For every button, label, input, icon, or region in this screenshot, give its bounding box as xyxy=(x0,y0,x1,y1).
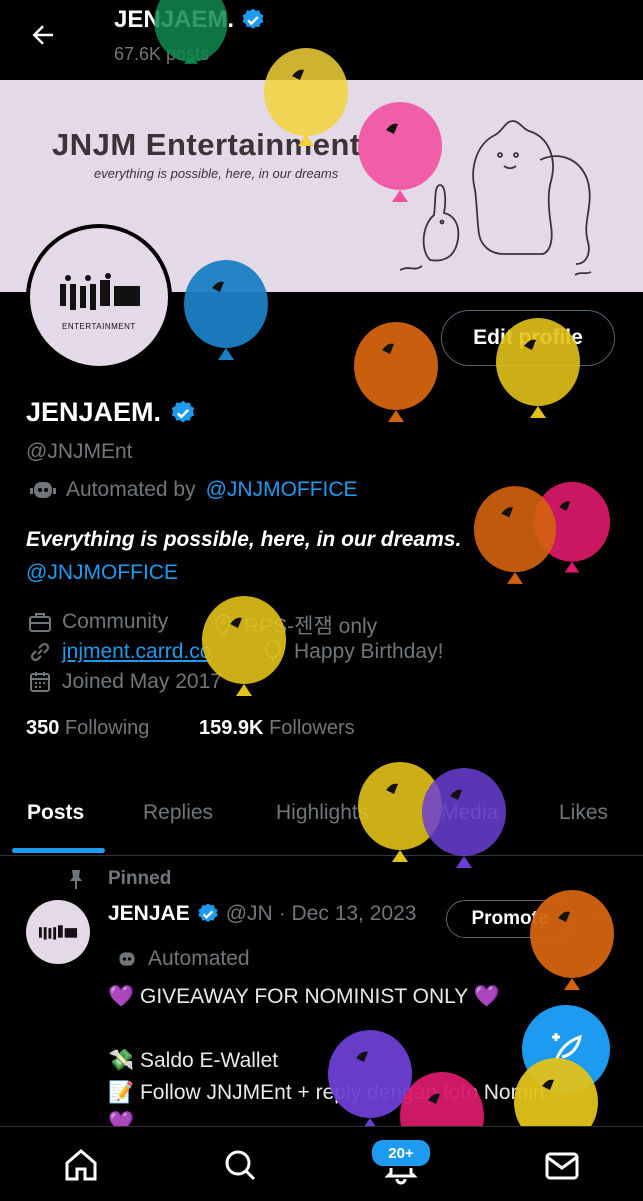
pin-icon xyxy=(70,870,82,889)
birthday-item: Happy Birthday! xyxy=(262,640,443,664)
header-title-text: JENJAEM. xyxy=(114,6,235,33)
verified-badge-icon xyxy=(198,903,218,923)
messages-envelope-icon[interactable] xyxy=(542,1145,582,1185)
tweet-handle: @JN xyxy=(225,902,273,925)
following-count: 350 xyxy=(26,717,60,739)
followers-count: 159.9K xyxy=(199,717,264,739)
banner-tagline: everything is possible, here, in our dre… xyxy=(94,166,339,181)
profile-bio: Everything is possible, here, in our dre… xyxy=(26,528,462,551)
tweet-date[interactable]: · Dec 13, 2023 xyxy=(279,902,417,926)
location-text: RPS-젠잼 only xyxy=(244,615,378,638)
profile-avatar[interactable]: ENTERTAINMENT xyxy=(26,224,172,370)
search-icon[interactable] xyxy=(220,1145,260,1185)
banner-animals-illustration xyxy=(399,120,592,276)
balloon-icon xyxy=(533,481,611,573)
compose-button[interactable] xyxy=(522,1005,610,1093)
website-link[interactable]: jnjment.carrd.co xyxy=(62,640,211,664)
active-tab-indicator xyxy=(12,848,105,853)
profile-tabs: Posts Replies Highlights Media Likes xyxy=(0,785,643,856)
automated-by-link[interactable]: @JNJMOFFICE xyxy=(206,478,358,502)
balloon-icon xyxy=(265,640,281,662)
followers-stat[interactable]: 159.9K Followers xyxy=(199,717,355,740)
avatar-label: ENTERTAINMENT xyxy=(62,322,136,331)
profile-name: JENJAEM. xyxy=(26,397,197,428)
more-options-icon[interactable]: ··· xyxy=(590,904,615,930)
jnjm-logo-icon xyxy=(60,273,140,310)
edit-profile-button[interactable]: Edit profile xyxy=(441,310,615,366)
bot-icon xyxy=(119,952,135,966)
pinned-label: Pinned xyxy=(108,868,172,889)
tweet-header: JENJAE @JN · Dec 13, 2023 xyxy=(108,902,416,926)
verified-badge-icon xyxy=(242,8,264,29)
tweet-automated-label: Automated xyxy=(116,947,250,971)
calendar-icon xyxy=(30,672,50,692)
tweet-author[interactable]: JENJAE xyxy=(108,902,190,926)
home-icon[interactable] xyxy=(61,1145,101,1185)
website-item[interactable]: jnjment.carrd.co xyxy=(28,640,211,664)
category-text: Community xyxy=(62,610,169,633)
promote-button[interactable]: Promote xyxy=(446,900,574,938)
briefcase-icon xyxy=(29,613,51,632)
category-item: Community xyxy=(28,610,168,634)
followers-label: Followers xyxy=(269,717,355,739)
compose-feather-icon xyxy=(552,1033,582,1062)
top-bar: JENJAEM. 67.6K posts xyxy=(0,0,643,80)
tab-replies[interactable]: Replies xyxy=(143,801,213,825)
balloon-icon xyxy=(473,486,557,584)
profile-handle: @JNJMEnt xyxy=(26,440,133,463)
tweet-line: 📝 Follow JNJMEnt + reply dengan foto Nom… xyxy=(108,1081,545,1104)
notifications-badge: 20+ xyxy=(370,1138,432,1168)
avatar-logo: ENTERTAINMENT xyxy=(30,228,168,366)
automated-prefix: Automated by xyxy=(66,478,196,501)
following-label: Following xyxy=(64,717,150,739)
posts-count: 67.6K posts xyxy=(114,44,210,64)
banner-brand: JNJM Entertainment xyxy=(52,127,361,162)
tab-media[interactable]: Media xyxy=(441,801,498,825)
jnjm-logo-icon xyxy=(38,925,78,940)
bot-icon xyxy=(30,482,56,498)
profile-name-text: JENJAEM. xyxy=(26,397,162,427)
verified-badge-icon xyxy=(171,400,195,422)
link-icon xyxy=(30,642,50,662)
joined-text: Joined May 2017 xyxy=(62,670,222,693)
location-item: RPS-젠잼 only xyxy=(212,610,377,640)
automated-label: Automated by @JNJMOFFICE xyxy=(30,478,358,502)
following-stat[interactable]: 350 Following xyxy=(26,717,149,740)
bio-mention-link[interactable]: @JNJMOFFICE xyxy=(26,561,178,585)
bottom-navigation xyxy=(0,1126,643,1201)
balloon-icon xyxy=(354,322,438,422)
tab-posts[interactable]: Posts xyxy=(27,801,84,825)
tab-likes[interactable]: Likes xyxy=(559,801,608,825)
tab-highlights[interactable]: Highlights xyxy=(276,801,368,825)
joined-item: Joined May 2017 xyxy=(28,670,222,694)
header-title: JENJAEM. xyxy=(114,6,266,34)
tweet-line: 💸 Saldo E-Wallet xyxy=(108,1049,279,1072)
tweet-line: 💜 GIVEAWAY FOR NOMINIST ONLY 💜 xyxy=(108,985,500,1008)
tweet-automated-text: Automated xyxy=(148,947,250,970)
back-arrow-icon[interactable] xyxy=(28,20,58,50)
tweet-avatar[interactable] xyxy=(26,900,90,964)
location-pin-icon xyxy=(214,613,232,637)
birthday-text: Happy Birthday! xyxy=(294,640,444,663)
